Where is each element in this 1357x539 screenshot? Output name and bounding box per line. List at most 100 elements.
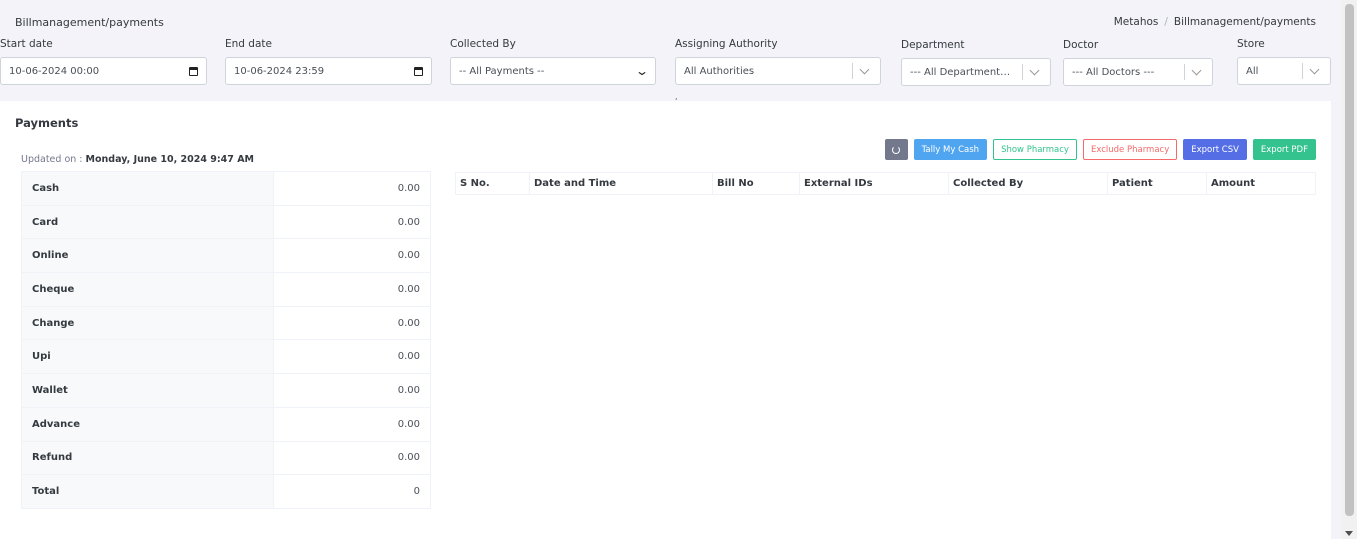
summary-value: 0.00 (273, 204, 431, 240)
payments-card: Payments Updated on : Monday, June 10, 2… (0, 101, 1331, 539)
summary-label: Advance (21, 406, 274, 442)
summary-label: Online (21, 238, 274, 274)
summary-label: Refund (21, 440, 274, 476)
tick-mark: , (675, 92, 678, 101)
page-title: Billmanagement/payments (15, 16, 164, 29)
select-separator (852, 63, 853, 79)
export-csv-button[interactable]: Export CSV (1183, 139, 1247, 160)
chevron-down-icon[interactable] (1309, 64, 1320, 74)
department-value: --- All Departments --- (910, 66, 1014, 78)
store-filter: Store All (1237, 38, 1331, 85)
summary-value: 0.00 (273, 406, 431, 442)
start-date-value: 10-06-2024 00:00 (9, 65, 100, 77)
breadcrumb-item-current: Billmanagement/payments (1173, 16, 1316, 28)
chevron-down-icon[interactable] (1029, 65, 1040, 75)
column-header-bill-no[interactable]: Bill No (712, 172, 800, 195)
summary-value: 0.00 (273, 339, 431, 375)
summary-value: 0.00 (273, 238, 431, 274)
assigning-authority-label: Assigning Authority (675, 38, 778, 50)
store-value: All (1246, 65, 1259, 77)
collected-by-value: -- All Payments -- (459, 65, 545, 77)
store-select[interactable]: All (1237, 57, 1331, 85)
summary-row: Refund 0.00 (21, 440, 431, 476)
tally-my-cash-button[interactable]: Tally My Cash (913, 139, 988, 160)
calendar-icon[interactable] (189, 66, 198, 76)
refresh-icon (892, 145, 901, 154)
column-header-amount[interactable]: Amount (1206, 172, 1316, 195)
updated-on: Updated on : Monday, June 10, 2024 9:47 … (21, 154, 254, 165)
end-date-label: End date (225, 38, 272, 50)
chevron-down-icon[interactable] (859, 64, 870, 74)
column-header-date-time[interactable]: Date and Time (529, 172, 713, 195)
summary-label: Upi (21, 339, 274, 375)
select-separator (1184, 64, 1185, 80)
scroll-down-icon[interactable] (1345, 531, 1353, 536)
updated-label: Updated on : (21, 154, 86, 165)
export-pdf-button[interactable]: Export PDF (1252, 139, 1316, 160)
summary-row: Change 0.00 (21, 305, 431, 341)
summary-row: Online 0.00 (21, 238, 431, 274)
table-header-row: S No. Date and Time Bill No External IDs… (455, 172, 1316, 195)
department-filter: Department --- All Departments --- (901, 39, 1051, 86)
show-pharmacy-button[interactable]: Show Pharmacy (993, 139, 1077, 160)
collected-by-filter: Collected By -- All Payments -- ⌄ (450, 38, 656, 85)
summary-value: 0.00 (273, 440, 431, 476)
summary-label: Card (21, 204, 274, 240)
column-header-external-ids[interactable]: External IDs (799, 172, 949, 195)
breadcrumb-item-home[interactable]: Metahos (1114, 16, 1159, 28)
start-date-input[interactable]: 10-06-2024 00:00 (0, 57, 207, 85)
payment-summary-table: Cash 0.00 Card 0.00 Online 0.00 Cheque 0.00 Chan… (21, 171, 431, 509)
exclude-pharmacy-button[interactable]: Exclude Pharmacy (1082, 139, 1178, 160)
summary-row: Advance 0.00 (21, 406, 431, 442)
payments-page: Billmanagement/payments Metahos / Billma… (0, 0, 1357, 539)
summary-label: Change (21, 305, 274, 341)
doctor-filter: Doctor --- All Doctors --- (1063, 39, 1213, 86)
updated-value: Monday, June 10, 2024 9:47 AM (85, 154, 255, 165)
column-header-patient[interactable]: Patient (1107, 172, 1207, 195)
scrollbar-thumb[interactable] (1345, 4, 1354, 516)
summary-row: Upi 0.00 (21, 339, 431, 375)
card-title: Payments (15, 116, 79, 130)
doctor-value: --- All Doctors --- (1072, 66, 1155, 78)
department-select[interactable]: --- All Departments --- (901, 58, 1051, 86)
chevron-down-icon[interactable] (1191, 65, 1202, 75)
breadcrumb-separator: / (1164, 16, 1168, 28)
summary-label: Cheque (21, 272, 274, 307)
collected-by-label: Collected By (450, 38, 516, 50)
breadcrumb: Metahos / Billmanagement/payments (1114, 16, 1316, 28)
summary-row: Cheque 0.00 (21, 272, 431, 307)
summary-label: Wallet (21, 373, 274, 408)
summary-value: 0.00 (273, 305, 431, 341)
collected-by-select[interactable]: -- All Payments -- ⌄ (450, 57, 656, 85)
calendar-icon[interactable] (414, 66, 423, 76)
start-date-filter: Start date 10-06-2024 00:00 (0, 38, 207, 85)
summary-row: Cash 0.00 (21, 171, 431, 206)
assigning-authority-select[interactable]: All Authorities (675, 57, 881, 85)
refresh-button[interactable] (884, 139, 908, 160)
payments-table: S No. Date and Time Bill No External IDs… (455, 172, 1316, 195)
doctor-select[interactable]: --- All Doctors --- (1063, 58, 1213, 86)
column-header-s-no[interactable]: S No. (455, 172, 530, 195)
summary-value: 0.00 (273, 272, 431, 307)
summary-row: Wallet 0.00 (21, 373, 431, 408)
summary-value: 0.00 (273, 373, 431, 408)
action-buttons: Tally My Cash Show Pharmacy Exclude Phar… (884, 139, 1316, 160)
end-date-filter: End date 10-06-2024 23:59 (225, 38, 432, 85)
assigning-authority-filter: Assigning Authority All Authorities (675, 38, 881, 85)
summary-label: Cash (21, 171, 274, 206)
column-header-collected-by[interactable]: Collected By (948, 172, 1108, 195)
start-date-label: Start date (0, 38, 53, 50)
chevron-down-icon: ⌄ (634, 64, 650, 78)
department-label: Department (901, 39, 965, 51)
summary-label: Total (21, 474, 274, 509)
doctor-label: Doctor (1063, 39, 1099, 51)
vertical-scrollbar[interactable] (1341, 0, 1357, 539)
summary-row: Card 0.00 (21, 204, 431, 240)
assigning-authority-value: All Authorities (684, 65, 755, 77)
end-date-value: 10-06-2024 23:59 (234, 65, 325, 77)
summary-value: 0 (273, 474, 431, 509)
store-label: Store (1237, 38, 1265, 50)
select-separator (1302, 63, 1303, 79)
end-date-input[interactable]: 10-06-2024 23:59 (225, 57, 432, 85)
summary-value: 0.00 (273, 171, 431, 206)
